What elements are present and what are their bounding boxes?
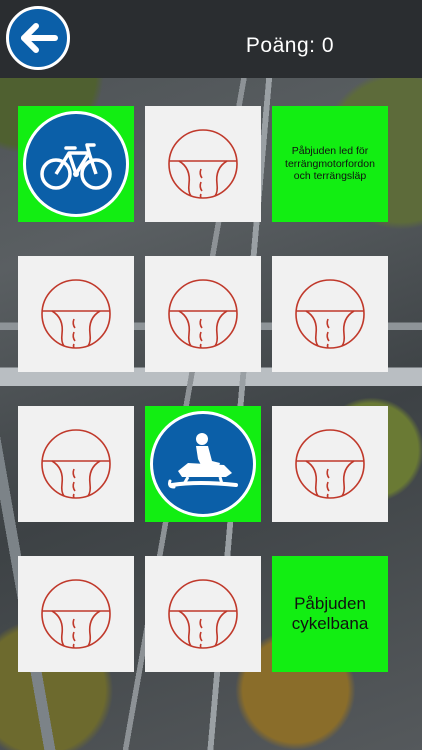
score-value: 0: [321, 34, 334, 57]
arrow-left-icon: [21, 23, 58, 53]
road-logo-icon: [295, 279, 365, 349]
card-hidden[interactable]: [145, 106, 261, 222]
road-logo-icon: [295, 429, 365, 499]
card-text: Påbjuden cykelbana: [291, 593, 369, 633]
score-label: Poäng:: [245, 34, 316, 57]
card-text: Påbjuden led för terrängmotorfordon och …: [285, 145, 375, 183]
road-logo-icon: [168, 279, 238, 349]
card-hidden[interactable]: [18, 556, 134, 672]
memory-card-grid: Påbjuden led för terrängmotorfordon och …: [18, 106, 388, 672]
score-display: Poäng: 0: [246, 34, 334, 58]
card-bicycle-sign[interactable]: [18, 106, 134, 222]
road-logo-icon: [168, 579, 238, 649]
road-logo-icon: [41, 279, 111, 349]
card-hidden[interactable]: [145, 256, 261, 372]
card-text-bike-lane[interactable]: Påbjuden cykelbana: [272, 556, 388, 672]
road-logo-icon: [41, 429, 111, 499]
road-logo-icon: [168, 129, 238, 199]
back-button[interactable]: [6, 6, 70, 70]
snowmobile-sign-icon: [150, 411, 256, 517]
road-logo-icon: [41, 579, 111, 649]
card-hidden[interactable]: [272, 406, 388, 522]
card-hidden[interactable]: [18, 406, 134, 522]
bicycle-sign-icon: [23, 111, 129, 217]
card-snowmobile-sign[interactable]: [145, 406, 261, 522]
top-bar: Poäng: 0: [0, 0, 422, 78]
card-hidden[interactable]: [18, 256, 134, 372]
card-hidden[interactable]: [145, 556, 261, 672]
card-hidden[interactable]: [272, 256, 388, 372]
card-text-terrain-route[interactable]: Påbjuden led för terrängmotorfordon och …: [272, 106, 388, 222]
